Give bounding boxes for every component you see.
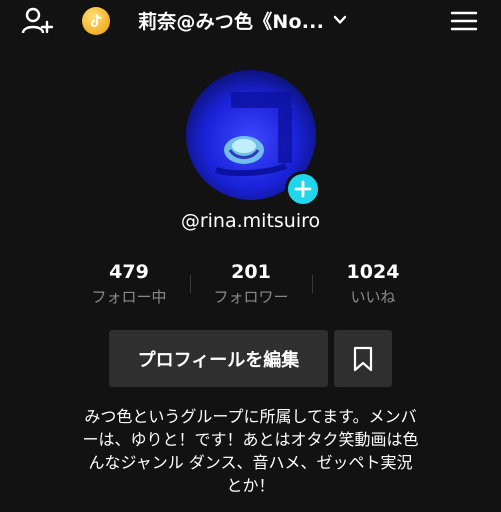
followers-count: 201: [231, 261, 271, 283]
add-user-icon[interactable]: [20, 6, 54, 38]
account-switcher[interactable]: 莉奈@みつ色《No...: [138, 6, 348, 34]
tiktok-coin-icon[interactable]: [82, 7, 110, 35]
profile-username: 莉奈@みつ色《No...: [138, 10, 325, 33]
bio-line: ーは、ゆりと！です！あとはオタク笑動画は色: [82, 430, 419, 449]
profile-stats: 479 フォロー中 201 フォロワー 1024 いいね: [68, 260, 434, 308]
hamburger-menu-icon[interactable]: [450, 10, 478, 32]
likes-label: いいね: [350, 288, 396, 306]
edit-profile-button[interactable]: プロフィールを編集: [109, 330, 328, 387]
chevron-down-icon: [333, 15, 347, 24]
top-bar: 莉奈@みつ色《No...: [0, 0, 501, 44]
stat-divider: [190, 275, 191, 293]
stat-followers[interactable]: 201 フォロワー: [190, 260, 312, 308]
plus-icon: [294, 180, 312, 198]
following-label: フォロー中: [91, 288, 167, 306]
bookmark-button[interactable]: [334, 330, 392, 387]
stat-following[interactable]: 479 フォロー中: [68, 260, 190, 308]
profile-bio: みつ色というグループに所属してます。メンバ ーは、ゆりと！です！あとはオタク笑動…: [50, 405, 451, 497]
stat-divider: [312, 275, 313, 293]
bookmark-icon: [353, 346, 373, 371]
stat-likes[interactable]: 1024 いいね: [312, 260, 434, 308]
bio-line: みつ色というグループに所属してます。メンバ: [84, 407, 417, 426]
bio-line: んなジャンル ダンス、音ハメ、ゼッペト実況: [88, 453, 413, 472]
bio-line: とか！: [226, 476, 275, 495]
likes-count: 1024: [346, 261, 400, 283]
add-avatar-button[interactable]: [285, 171, 321, 207]
profile-handle: @rina.mitsuiro: [180, 210, 321, 232]
following-count: 479: [109, 261, 149, 283]
followers-label: フォロワー: [213, 288, 289, 306]
